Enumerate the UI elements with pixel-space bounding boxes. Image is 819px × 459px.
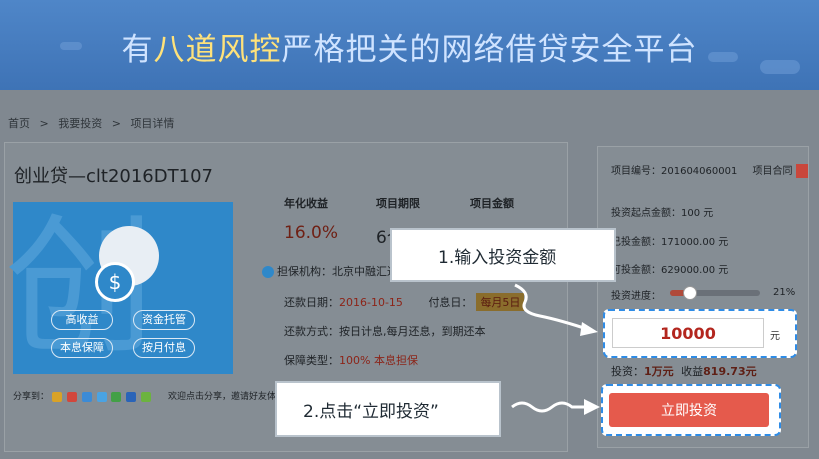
pdf-icon[interactable]	[795, 164, 808, 178]
progress-value: 21%	[773, 287, 796, 298]
stat-label-amount: 项目金额	[470, 197, 514, 210]
invest-now-button[interactable]: 立即投资	[609, 393, 769, 427]
stat-label-rate: 年化收益	[284, 197, 328, 210]
invest-amount-input[interactable]	[612, 318, 764, 348]
arrow-to-button-icon	[511, 399, 600, 415]
breadcrumb-current: 项目详情	[130, 117, 175, 130]
repay-method-row: 还款方式：按日计息,每月还息，到期还本	[284, 325, 486, 338]
callout-step2: 2.点击“立即投资”	[275, 381, 501, 437]
tag-guarantee: 本息保障	[51, 338, 113, 358]
shield-icon	[262, 266, 274, 278]
available-amount: 可投金额：629000.00 元	[611, 265, 729, 276]
top-banner: 有八道风控严格把关的网络借贷安全平台	[0, 0, 819, 90]
project-number-row: 项目编号：201604060001 项目合同	[611, 162, 808, 178]
dollar-coin-icon: $	[95, 262, 135, 302]
breadcrumb: 首页 > 我要投资 > 项目详情	[8, 117, 175, 130]
share-weibo-icon[interactable]	[66, 391, 77, 402]
progress-bar	[670, 286, 760, 300]
stat-value-rate: 16.0%	[284, 223, 339, 243]
contract-link[interactable]: 项目合同	[753, 166, 793, 177]
progress-knob	[682, 286, 697, 300]
min-amount: 投资起点金额：100 元	[611, 208, 714, 219]
project-hero-image: 创 $ 高收益 资金托管 本息保障 按月付息	[5, 202, 233, 374]
progress-label: 投资进度：	[611, 291, 661, 302]
share-wechat-icon[interactable]	[111, 391, 122, 402]
tag-monthly: 按月付息	[133, 338, 195, 358]
share-people-icon[interactable]	[126, 391, 137, 402]
banner-slogan: 有八道风控严格把关的网络借贷安全平台	[121, 32, 698, 68]
share-tencent-icon[interactable]	[81, 391, 92, 402]
tag-custody: 资金托管	[133, 310, 195, 330]
share-renren-icon[interactable]	[96, 391, 107, 402]
invested-amount: 已投金额：171000.00 元	[611, 237, 729, 248]
project-title: 创业贷—clt2016DT107	[14, 166, 213, 187]
amount-unit: 元	[770, 331, 780, 342]
callout-step1: 1.输入投资金额	[390, 228, 616, 282]
share-qzone-icon[interactable]	[51, 391, 62, 402]
stat-label-term: 项目期限	[376, 197, 420, 210]
breadcrumb-invest[interactable]: 我要投资	[58, 117, 102, 130]
breadcrumb-home[interactable]: 首页	[8, 117, 30, 130]
arrow-to-input-icon	[514, 283, 598, 336]
guarantee-type-row: 保障类型：100% 本息担保	[284, 354, 418, 367]
tag-high-yield: 高收益	[51, 310, 113, 330]
repay-date-row: 还款日期：2016-10-15 付息日： 每月5日	[284, 293, 525, 311]
share-more-icon[interactable]	[141, 391, 152, 402]
calc-row: 投资：1万元 收益819.73元	[611, 365, 757, 378]
